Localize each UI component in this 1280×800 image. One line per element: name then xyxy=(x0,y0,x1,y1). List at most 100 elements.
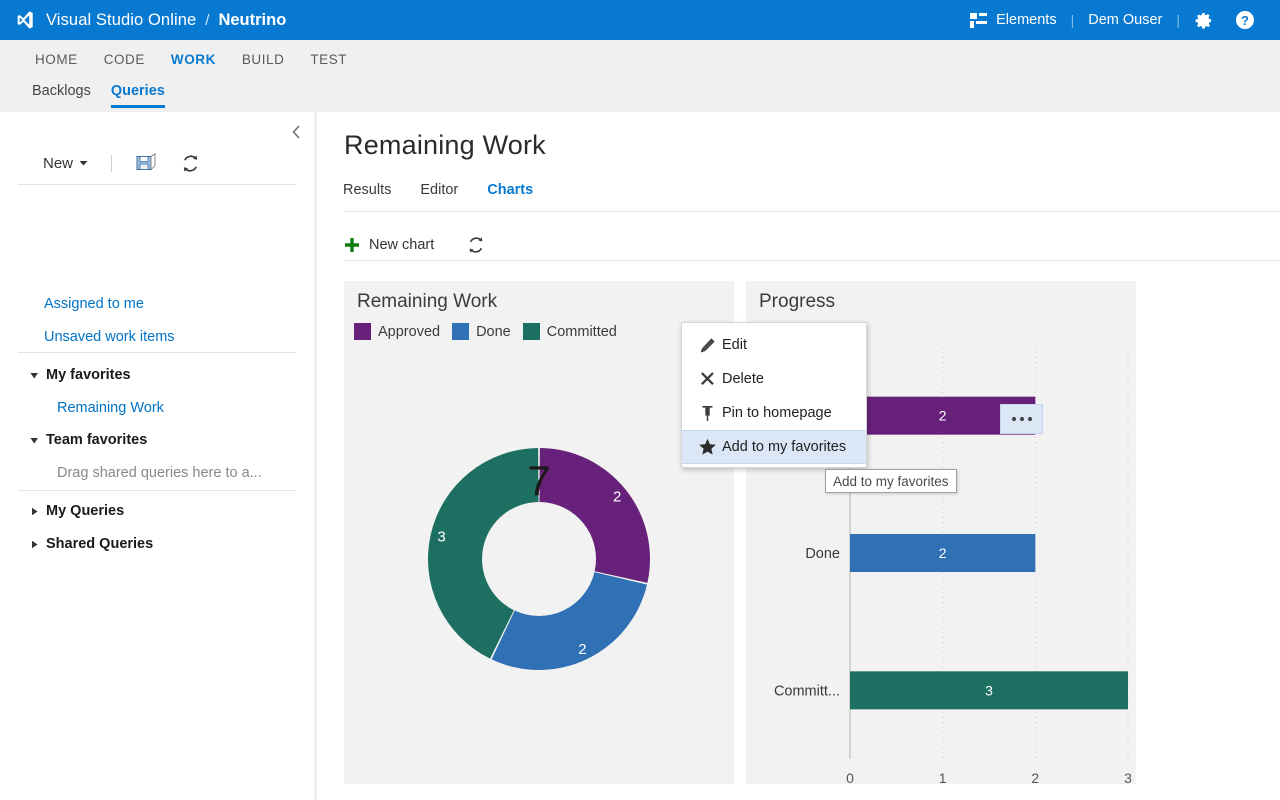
ellipsis-icon xyxy=(1011,416,1033,422)
legend-item-approved[interactable]: Approved xyxy=(354,323,440,340)
triangle-down-icon xyxy=(30,436,39,445)
donut-slice-label: 3 xyxy=(437,529,445,546)
user-menu[interactable]: Dem Ouser xyxy=(1077,0,1173,40)
context-menu-item-add-to-my-favorites[interactable]: Add to my favorites xyxy=(682,430,866,464)
donut-chart-svg: 223 xyxy=(344,359,734,759)
star-icon xyxy=(692,438,722,456)
triangle-down-icon xyxy=(30,371,39,380)
tab-charts[interactable]: Charts xyxy=(487,182,533,198)
header-divider-1: | xyxy=(1068,12,1078,28)
view-tabs: Results Editor Charts xyxy=(343,182,562,198)
legend-swatch-approved xyxy=(354,323,371,340)
pencil-icon xyxy=(692,337,722,354)
legend-label-approved: Approved xyxy=(378,324,440,340)
sidebar-item-remaining-work[interactable]: Remaining Work xyxy=(57,400,164,416)
donut-slice[interactable] xyxy=(492,572,647,670)
elements-label: Elements xyxy=(996,12,1056,28)
pin-icon xyxy=(692,405,722,422)
context-menu-label: Add to my favorites xyxy=(722,439,846,455)
chevron-left-icon xyxy=(292,125,301,139)
tooltip: Add to my favorites xyxy=(825,469,957,493)
legend-item-done[interactable]: Done xyxy=(452,323,511,340)
sidebar-link-assigned-to-me[interactable]: Assigned to me xyxy=(44,296,144,312)
chart-context-menu: Edit Delete Pin to homepage Add to my fa… xyxy=(681,322,867,468)
gear-icon xyxy=(1194,11,1213,30)
visual-studio-logo-icon[interactable] xyxy=(14,9,36,31)
brand-title[interactable]: Visual Studio Online xyxy=(46,11,196,30)
settings-button[interactable] xyxy=(1183,0,1224,40)
new-chart-label: New chart xyxy=(369,237,434,253)
donut-chart[interactable]: 223 xyxy=(344,359,734,759)
close-x-icon xyxy=(692,371,722,388)
context-menu-item-edit[interactable]: Edit xyxy=(682,328,866,362)
nav-tab-test[interactable]: TEST xyxy=(297,40,360,80)
primary-nav-bar: HOME CODE WORK BUILD TEST xyxy=(0,40,1280,80)
bar-chart-category-label: Done xyxy=(805,546,840,562)
sidebar-divider-top xyxy=(18,184,296,185)
triangle-right-icon xyxy=(30,507,39,516)
subnav-tab-queries[interactable]: Queries xyxy=(101,80,175,108)
chart-legend: Approved Done Committed xyxy=(354,323,629,340)
sidebar-link-unsaved-work-items[interactable]: Unsaved work items xyxy=(44,329,175,345)
sidebar-group-my-queries[interactable]: My Queries xyxy=(30,503,124,519)
context-menu-label: Pin to homepage xyxy=(722,405,832,421)
queries-sidebar: New Assigned to me Unsaved work items My… xyxy=(0,112,314,800)
context-menu-label: Delete xyxy=(722,371,764,387)
bar-chart-value-label: 3 xyxy=(985,682,993,698)
bar-chart-category-label: Committ... xyxy=(774,683,840,699)
elements-menu[interactable]: Elements xyxy=(959,0,1067,40)
nav-tab-work[interactable]: WORK xyxy=(158,40,229,80)
context-menu-item-delete[interactable]: Delete xyxy=(682,362,866,396)
help-icon: ? xyxy=(1235,10,1255,30)
chevron-down-icon xyxy=(79,160,88,167)
chart-panel-remaining-work: Remaining Work Approved Done Committed 2… xyxy=(344,281,734,784)
subnav-tab-backlogs[interactable]: Backlogs xyxy=(22,80,101,108)
legend-swatch-committed xyxy=(523,323,540,340)
sidebar-group-label: Team favorites xyxy=(46,432,147,448)
sidebar-team-favorites-placeholder: Drag shared queries here to a... xyxy=(57,465,262,481)
refresh-icon[interactable] xyxy=(467,236,485,254)
plus-icon xyxy=(344,237,360,253)
legend-item-committed[interactable]: Committed xyxy=(523,323,617,340)
donut-slice-label: 2 xyxy=(578,641,586,658)
nav-tab-home[interactable]: HOME xyxy=(22,40,91,80)
new-query-button[interactable]: New xyxy=(43,155,88,172)
sidebar-group-shared-queries[interactable]: Shared Queries xyxy=(30,536,153,552)
bar-chart-value-label: 2 xyxy=(939,408,947,424)
tab-editor[interactable]: Editor xyxy=(420,182,458,198)
sidebar-collapse-button[interactable] xyxy=(286,122,306,142)
new-chart-button[interactable]: New chart xyxy=(344,237,434,253)
chart-options-button[interactable] xyxy=(1000,404,1043,434)
nav-tab-code[interactable]: CODE xyxy=(91,40,158,80)
elements-grid-icon xyxy=(970,13,987,28)
sidebar-group-my-favorites[interactable]: My favorites xyxy=(30,367,131,383)
bar-chart-x-tick-label: 3 xyxy=(1124,770,1132,784)
help-button[interactable]: ? xyxy=(1224,0,1266,40)
save-icon[interactable] xyxy=(136,153,157,173)
brand-separator: / xyxy=(205,12,209,29)
context-menu-item-pin-to-homepage[interactable]: Pin to homepage xyxy=(682,396,866,430)
nav-tab-build[interactable]: BUILD xyxy=(229,40,298,80)
chart-title-remaining-work: Remaining Work xyxy=(357,291,497,313)
donut-slice[interactable] xyxy=(539,448,650,583)
legend-label-committed: Committed xyxy=(547,324,617,340)
refresh-icon[interactable] xyxy=(181,154,200,173)
legend-label-done: Done xyxy=(476,324,511,340)
sidebar-group-team-favorites[interactable]: Team favorites xyxy=(30,432,147,448)
sidebar-toolbar: New xyxy=(0,142,314,184)
charts-toolbar-rule xyxy=(344,260,1280,261)
secondary-nav-bar: Backlogs Queries xyxy=(0,80,1280,112)
legend-swatch-done xyxy=(452,323,469,340)
project-name[interactable]: Neutrino xyxy=(218,11,286,30)
header-divider-2: | xyxy=(1173,12,1183,28)
sidebar-group-label: Shared Queries xyxy=(46,536,153,552)
view-tabs-rule xyxy=(344,211,1280,212)
sidebar-group-label: My favorites xyxy=(46,367,131,383)
secondary-nav-tabs: Backlogs Queries xyxy=(22,80,175,108)
primary-nav-tabs: HOME CODE WORK BUILD TEST xyxy=(22,40,360,80)
page-title: Remaining Work xyxy=(344,130,546,161)
top-header-bar: Visual Studio Online / Neutrino Elements… xyxy=(0,0,1280,40)
context-menu-label: Edit xyxy=(722,337,747,353)
sidebar-group-label: My Queries xyxy=(46,503,124,519)
tab-results[interactable]: Results xyxy=(343,182,391,198)
